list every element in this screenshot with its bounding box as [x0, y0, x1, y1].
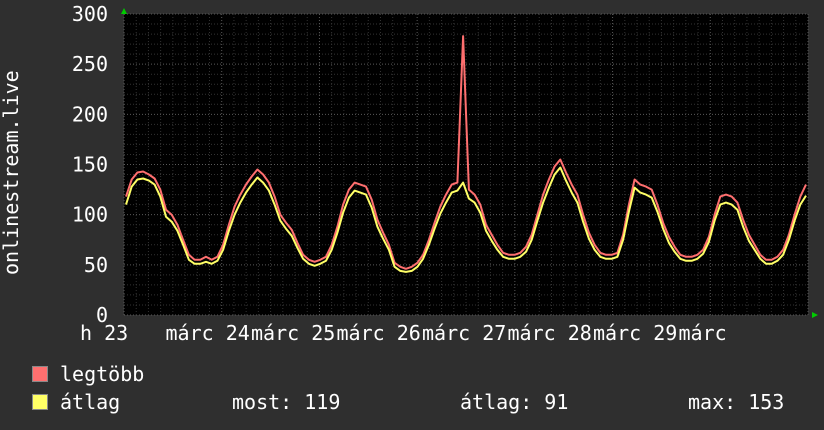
y-tick-label: 50 — [84, 253, 108, 277]
x-tick-label: márc 26 — [337, 321, 421, 345]
y-tick-label: 300 — [72, 2, 108, 26]
x-tick-label: márc 29 — [593, 321, 677, 345]
y-axis-arrow-icon — [121, 8, 127, 14]
x-tick-label: márc — [679, 321, 727, 345]
legend-max-swatch — [32, 366, 48, 382]
legend-max-label: legtöbb — [60, 362, 145, 386]
x-axis-ticks: h 23 márc 24 márc 25 márc 26 márc 27 márc 28 m… — [80, 321, 727, 345]
legend-max: legtöbb — [32, 362, 144, 386]
y-axis-ticks: 050100150200250300 — [72, 2, 108, 327]
legend-avg: átlag — [32, 390, 120, 414]
stat-average: átlag: 91 — [460, 390, 569, 414]
y-tick-label: 250 — [72, 52, 108, 76]
y-tick-label: 200 — [72, 102, 108, 126]
x-tick-label: h 23 — [80, 321, 128, 345]
y-axis-label: onlinestream.live — [0, 70, 23, 275]
x-axis-arrow-icon — [812, 312, 818, 318]
legend-avg-label: átlag — [60, 390, 121, 414]
y-tick-label: 150 — [72, 153, 108, 177]
stat-current: most: 119 — [232, 390, 341, 414]
x-tick-label: márc 25 — [251, 321, 335, 345]
x-tick-label: márc 28 — [508, 321, 592, 345]
legend-avg-swatch — [32, 394, 48, 410]
x-tick-label: márc 24 — [166, 321, 250, 345]
x-tick-label: márc 27 — [422, 321, 506, 345]
stat-max: max: 153 — [688, 390, 785, 414]
chart-root: 0 50 100 150 200 250 300 h 23 márc 24 márc 25 már… — [0, 0, 824, 430]
y-tick-label: 100 — [72, 203, 108, 227]
